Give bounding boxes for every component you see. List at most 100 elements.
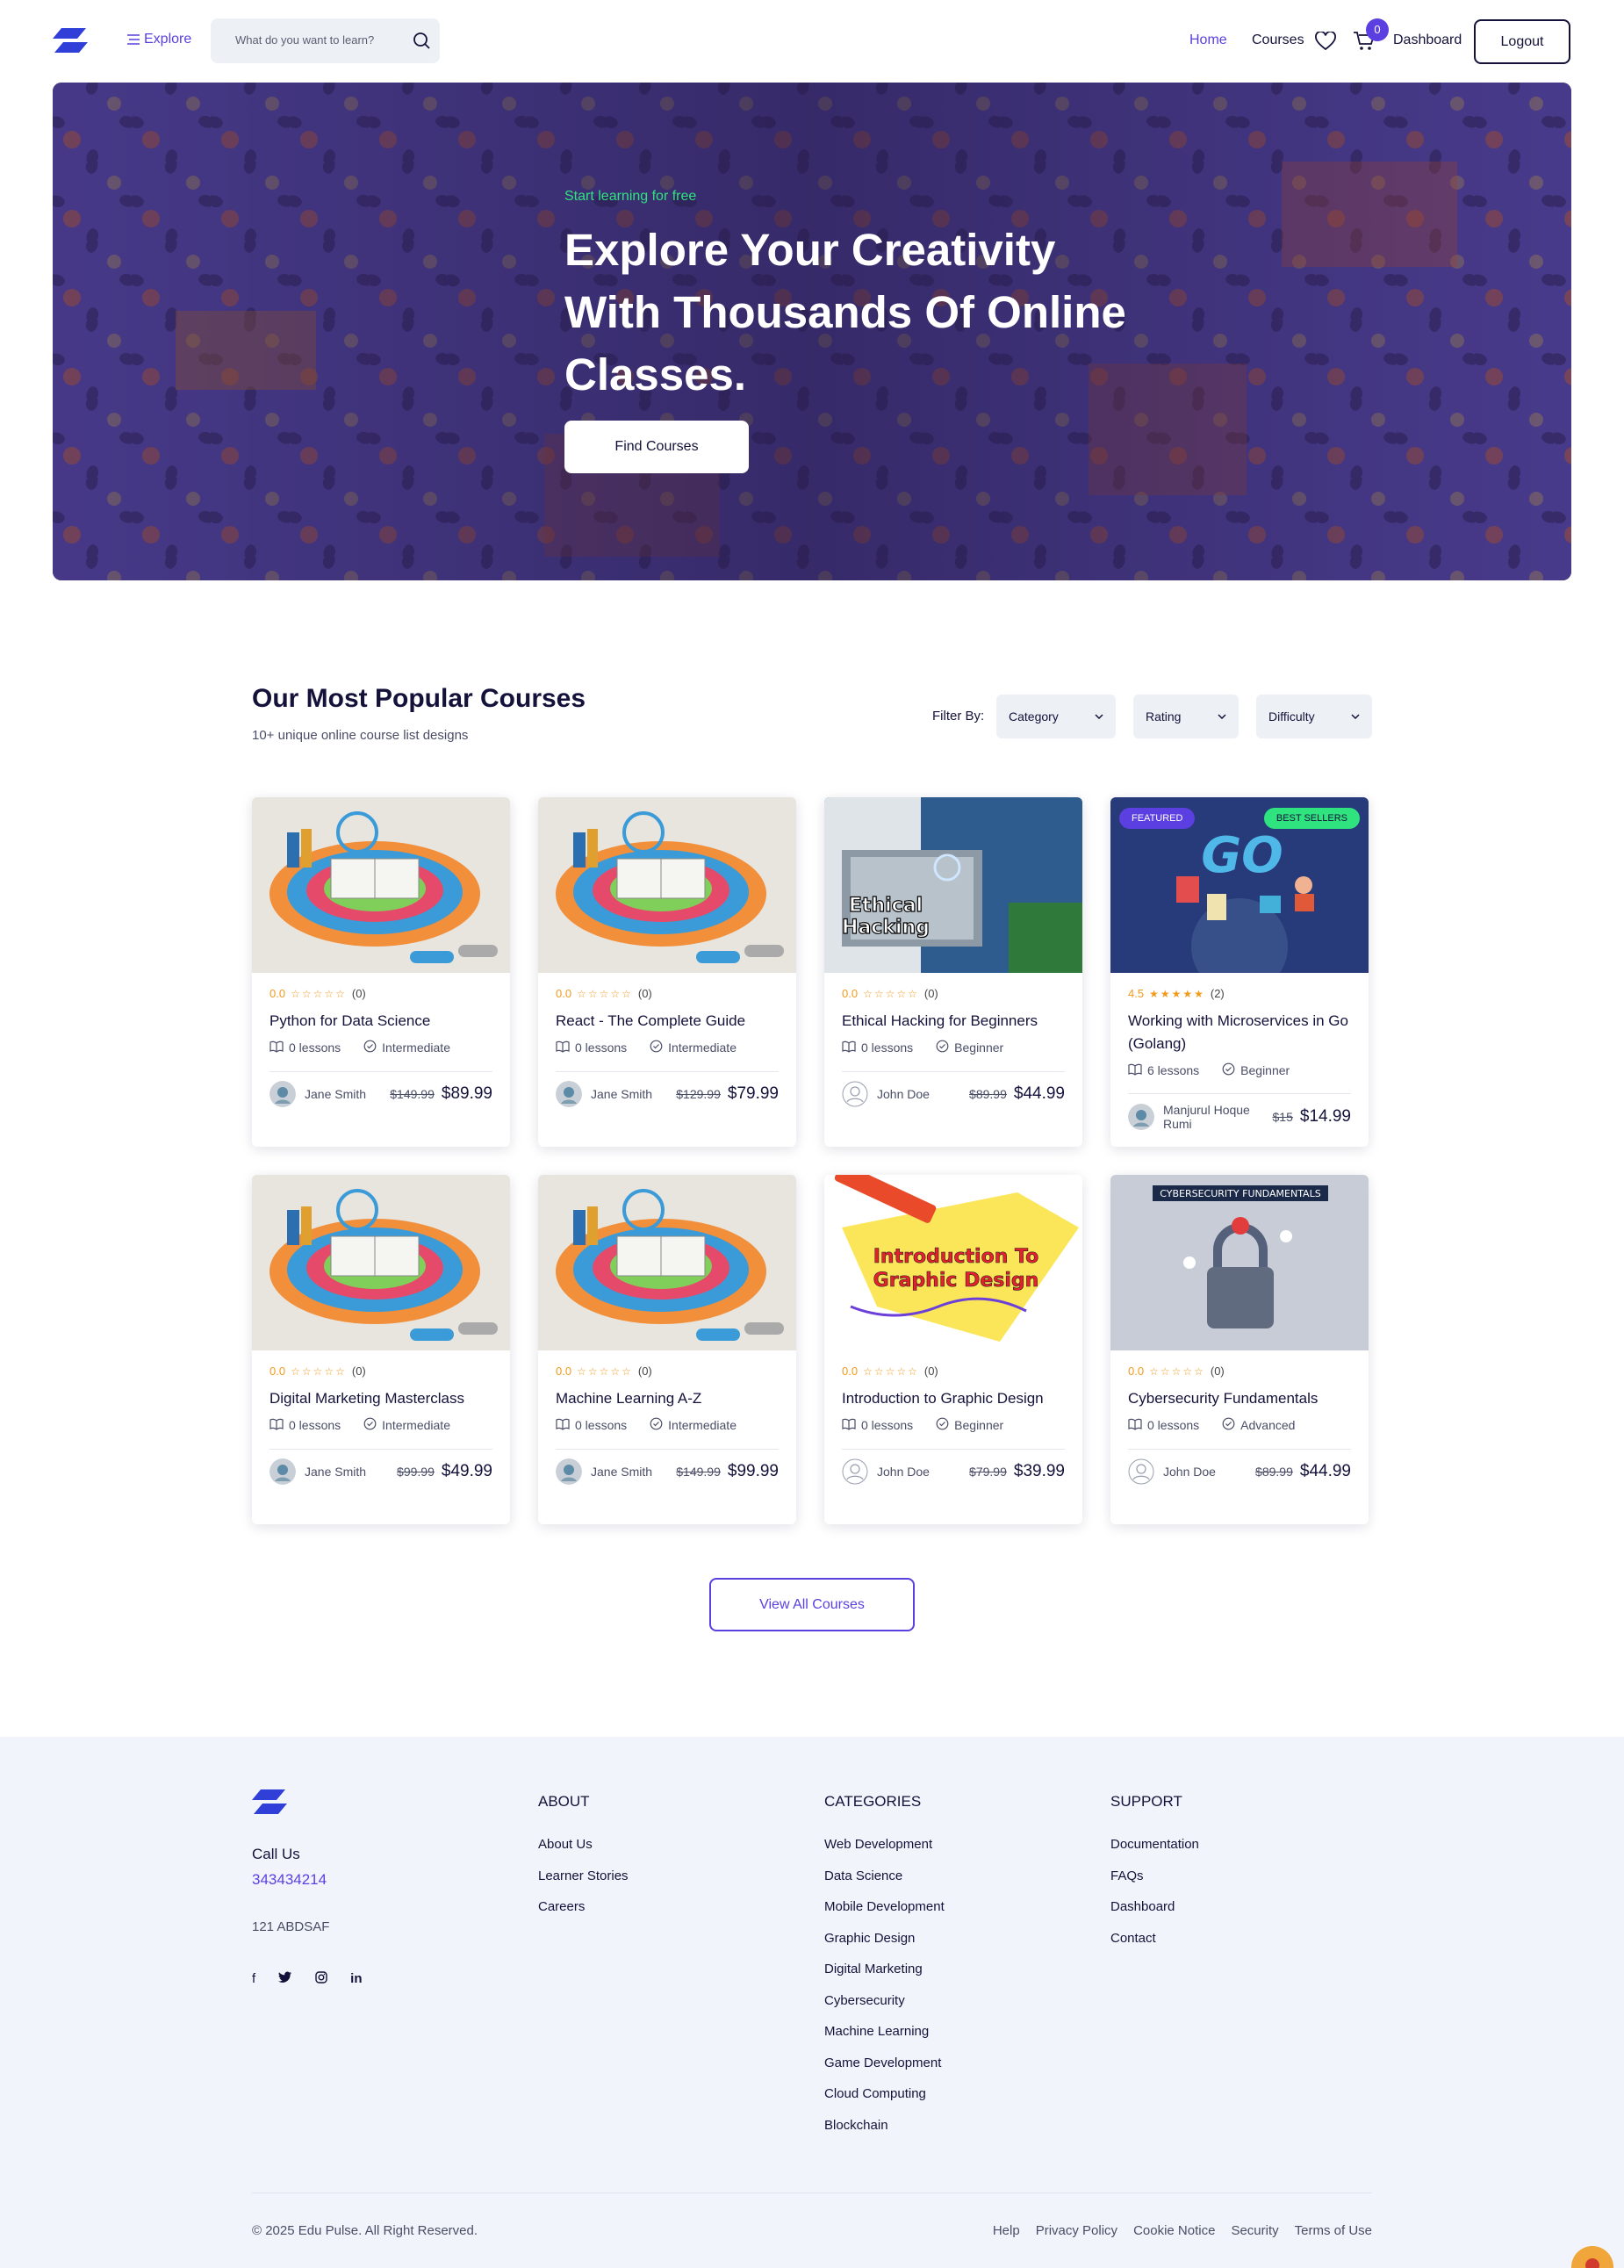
course-meta: 0 lessons Intermediate xyxy=(556,1040,737,1055)
footer-link[interactable]: Mobile Development xyxy=(824,1899,945,1914)
cybersecurity-image: CYBERSECURITY FUNDAMENTALS xyxy=(1110,1175,1369,1350)
find-courses-button[interactable]: Find Courses xyxy=(564,421,749,473)
star-rating-icon: ☆☆☆☆☆ xyxy=(577,1364,633,1378)
course-card[interactable]: 0.0 ☆☆☆☆☆ (0) Machine Learning A-Z 0 les… xyxy=(538,1175,796,1524)
course-thumbnail[interactable]: Introduction To Graphic Design xyxy=(824,1175,1082,1350)
course-title[interactable]: Digital Marketing Masterclass xyxy=(269,1387,498,1410)
difficulty-filter-value: Difficulty xyxy=(1268,709,1315,724)
avatar xyxy=(1128,1104,1154,1130)
footer-link[interactable]: Web Development xyxy=(824,1837,932,1852)
check-circle-icon xyxy=(1222,1062,1235,1078)
course-thumbnail[interactable] xyxy=(252,797,510,973)
course-meta: 0 lessons Intermediate xyxy=(269,1417,450,1433)
footer-link[interactable]: Contact xyxy=(1110,1931,1156,1946)
check-circle-icon xyxy=(363,1417,377,1433)
phone-link[interactable]: 343434214 xyxy=(252,1871,327,1889)
search-input[interactable]: What do you want to learn? xyxy=(235,33,374,47)
footer-bottom-link[interactable]: Privacy Policy xyxy=(1036,2223,1117,2238)
footer-link[interactable]: Game Development xyxy=(824,2056,941,2070)
footer-bottom-link[interactable]: Help xyxy=(993,2223,1020,2238)
star-rating-icon: ☆☆☆☆☆ xyxy=(863,1364,919,1378)
instagram-icon[interactable] xyxy=(315,1971,327,1984)
course-thumbnail[interactable]: Ethical Hacking xyxy=(824,797,1082,973)
card-footer: Jane Smith $129.99 $79.99 xyxy=(556,1081,779,1107)
search-box[interactable]: What do you want to learn? xyxy=(211,18,440,63)
course-rating: 0.0 ☆☆☆☆☆ (0) xyxy=(842,987,938,1000)
nav-courses-link[interactable]: Courses xyxy=(1252,32,1304,48)
filter-label: Filter By: xyxy=(932,709,985,724)
original-price: $149.99 xyxy=(390,1087,435,1101)
course-card[interactable]: 0.0 ☆☆☆☆☆ (0) Digital Marketing Mastercl… xyxy=(252,1175,510,1524)
course-title[interactable]: Cybersecurity Fundamentals xyxy=(1128,1387,1356,1410)
difficulty-filter-select[interactable]: Difficulty xyxy=(1256,695,1372,738)
review-count: (0) xyxy=(637,987,652,1000)
course-title[interactable]: Working with Microservices in Go (Golang… xyxy=(1128,1010,1356,1055)
footer-link[interactable]: Blockchain xyxy=(824,2118,888,2133)
course-title[interactable]: React - The Complete Guide xyxy=(556,1010,784,1033)
footer-link[interactable]: Dashboard xyxy=(1110,1899,1175,1914)
footer-link[interactable]: Machine Learning xyxy=(824,2024,929,2039)
nav-home-link[interactable]: Home xyxy=(1189,32,1227,48)
search-icon[interactable] xyxy=(412,30,433,51)
explore-label: Explore xyxy=(144,32,192,47)
footer-link[interactable]: FAQs xyxy=(1110,1868,1144,1883)
course-card[interactable]: Introduction To Graphic Design 0.0 ☆☆☆☆☆… xyxy=(824,1175,1082,1524)
footer-bottom-link[interactable]: Terms of Use xyxy=(1295,2223,1372,2238)
footer-logo-icon[interactable] xyxy=(252,1789,287,1814)
course-card[interactable]: CYBERSECURITY FUNDAMENTALS 0.0 ☆☆☆☆☆ (0)… xyxy=(1110,1175,1369,1524)
course-thumbnail[interactable] xyxy=(538,797,796,973)
course-rating: 0.0 ☆☆☆☆☆ (0) xyxy=(269,987,366,1000)
rating-filter-select[interactable]: Rating xyxy=(1133,695,1239,738)
hero-banner: Start learning for free Explore Your Cre… xyxy=(53,83,1571,580)
footer-link[interactable]: About Us xyxy=(538,1837,593,1852)
course-title[interactable]: Machine Learning A-Z xyxy=(556,1387,784,1410)
nav-dashboard-link[interactable]: Dashboard xyxy=(1393,32,1462,48)
course-card[interactable]: Ethical Hacking 0.0 ☆☆☆☆☆ (0) Ethical Ha… xyxy=(824,797,1082,1147)
footer-link[interactable]: Cybersecurity xyxy=(824,1993,905,2008)
linkedin-icon[interactable]: in xyxy=(350,1971,362,1986)
category-filter-select[interactable]: Category xyxy=(996,695,1116,738)
avatar xyxy=(269,1458,296,1485)
view-all-courses-button[interactable]: View All Courses xyxy=(709,1578,915,1631)
footer-link[interactable]: Data Science xyxy=(824,1868,902,1883)
facebook-icon[interactable]: f xyxy=(252,1971,255,1986)
course-card[interactable]: GO FEATURED BEST SELLERS 4.5 ★★★★★ (2) W… xyxy=(1110,797,1369,1147)
course-meta: 0 lessons Beginner xyxy=(842,1040,1003,1055)
brand-logo-icon[interactable] xyxy=(53,28,88,53)
twitter-icon[interactable] xyxy=(278,1971,292,1984)
check-circle-icon xyxy=(650,1040,663,1055)
star-rating-icon: ☆☆☆☆☆ xyxy=(291,1364,347,1378)
course-title[interactable]: Ethical Hacking for Beginners xyxy=(842,1010,1070,1033)
footer-link[interactable]: Cloud Computing xyxy=(824,2086,926,2101)
logout-button[interactable]: Logout xyxy=(1474,19,1570,64)
footer-link[interactable]: Digital Marketing xyxy=(824,1962,923,1976)
difficulty-level: Intermediate xyxy=(382,1040,450,1055)
wishlist-heart-icon[interactable] xyxy=(1315,32,1336,51)
card-footer: Jane Smith $149.99 $89.99 xyxy=(269,1081,492,1107)
course-thumbnail[interactable] xyxy=(538,1175,796,1350)
call-us-label: Call Us xyxy=(252,1846,300,1862)
footer-bottom-link[interactable]: Cookie Notice xyxy=(1133,2223,1215,2238)
original-price: $89.99 xyxy=(969,1087,1007,1101)
card-footer: Jane Smith $99.99 $49.99 xyxy=(269,1458,492,1485)
cart-count-badge: 0 xyxy=(1366,18,1389,41)
course-meta: 0 lessons Beginner xyxy=(842,1417,1003,1433)
footer-link[interactable]: Documentation xyxy=(1110,1837,1199,1852)
svg-text:Ethical: Ethical xyxy=(849,895,923,917)
course-thumbnail[interactable]: CYBERSECURITY FUNDAMENTALS xyxy=(1110,1175,1369,1350)
footer: Call Us 343434214 121 ABDSAF ABOUT CATEG… xyxy=(0,1737,1624,2268)
course-title[interactable]: Python for Data Science xyxy=(269,1010,498,1033)
footer-link[interactable]: Graphic Design xyxy=(824,1931,915,1946)
check-circle-icon xyxy=(650,1417,663,1433)
explore-menu[interactable]: Explore xyxy=(126,32,191,47)
featured-badge: FEATURED xyxy=(1119,808,1196,829)
course-card[interactable]: 0.0 ☆☆☆☆☆ (0) React - The Complete Guide… xyxy=(538,797,796,1147)
footer-link[interactable]: Learner Stories xyxy=(538,1868,629,1883)
course-card[interactable]: 0.0 ☆☆☆☆☆ (0) Python for Data Science 0 … xyxy=(252,797,510,1147)
course-title[interactable]: Introduction to Graphic Design xyxy=(842,1387,1070,1410)
footer-link[interactable]: Careers xyxy=(538,1899,585,1914)
course-rating: 0.0 ☆☆☆☆☆ (0) xyxy=(556,1364,652,1378)
chevron-down-icon xyxy=(1095,714,1103,719)
course-thumbnail[interactable] xyxy=(252,1175,510,1350)
footer-bottom-link[interactable]: Security xyxy=(1231,2223,1278,2238)
